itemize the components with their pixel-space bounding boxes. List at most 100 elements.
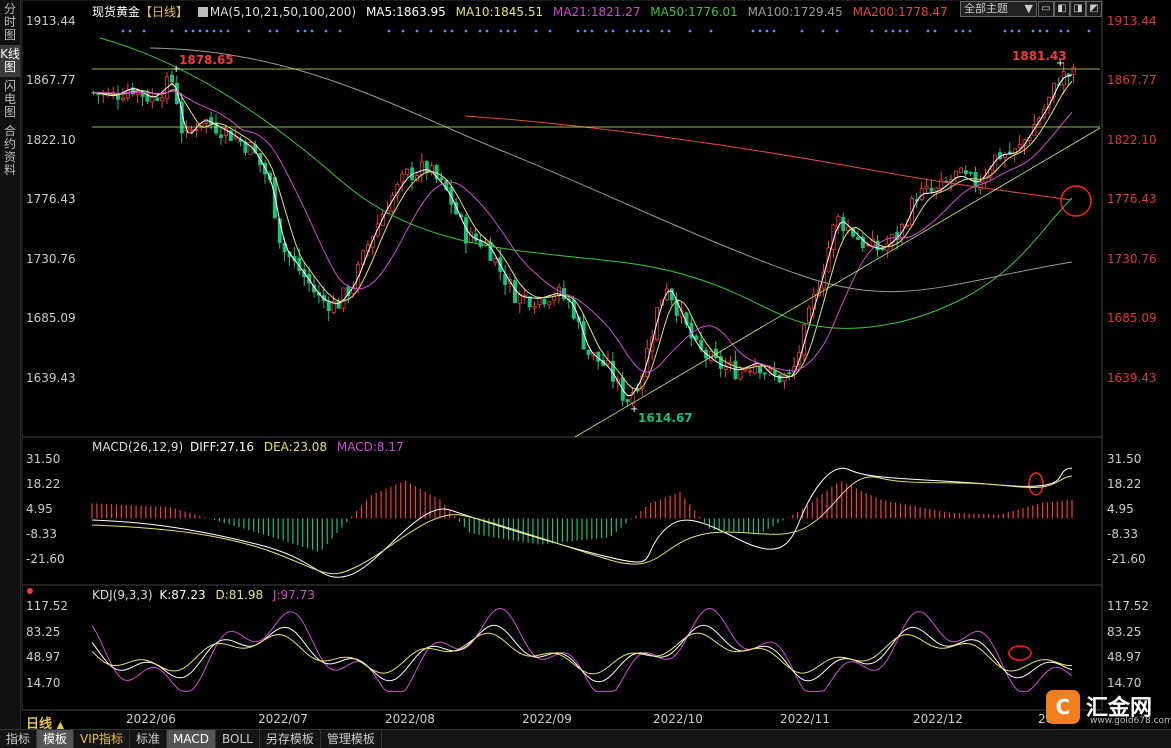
kline-chart-canvas[interactable]: +++ bbox=[0, 0, 1171, 729]
event-marker bbox=[219, 29, 223, 33]
candle-body bbox=[542, 298, 547, 305]
event-marker bbox=[821, 29, 825, 33]
candle-body bbox=[488, 241, 493, 262]
candle-body bbox=[121, 97, 126, 100]
event-marker bbox=[506, 29, 510, 33]
ma5-value: MA5:1863.95 bbox=[365, 5, 446, 19]
y-tick-right: 1776.43 bbox=[1107, 192, 1157, 206]
ma21-value: MA21:1821.27 bbox=[552, 5, 641, 19]
candle-body bbox=[160, 97, 165, 102]
event-marker bbox=[303, 29, 307, 33]
tab-save-template[interactable]: 另存模板 bbox=[260, 730, 321, 748]
macd-tick-right: -21.60 bbox=[1107, 552, 1146, 566]
trend-line bbox=[574, 127, 1101, 438]
candle-body bbox=[973, 171, 978, 188]
annotation-low: 1614.67 bbox=[638, 411, 693, 425]
candle-body bbox=[807, 307, 812, 323]
event-marker bbox=[184, 29, 188, 33]
event-marker bbox=[751, 29, 755, 33]
macd-tick-left: -21.60 bbox=[26, 552, 65, 566]
candle-body bbox=[547, 301, 552, 306]
candle-body bbox=[169, 74, 174, 83]
y-tick-left: 1730.76 bbox=[26, 252, 76, 266]
candle-body bbox=[669, 288, 674, 301]
ma100-value: MA100:1729.45 bbox=[747, 5, 843, 19]
event-marker bbox=[632, 29, 636, 33]
annotation-high-right: 1881.43 bbox=[1012, 49, 1067, 63]
event-marker bbox=[128, 29, 132, 33]
tab-macd[interactable]: MACD bbox=[167, 730, 217, 748]
tab-vip-indicator[interactable]: VIP指标 bbox=[74, 730, 131, 748]
candle-body bbox=[856, 237, 861, 240]
candle-body bbox=[1071, 66, 1076, 76]
tab-template[interactable]: 模板 bbox=[37, 730, 75, 748]
event-marker bbox=[1017, 29, 1021, 33]
kdj-tick-right: 83.25 bbox=[1107, 625, 1142, 639]
candle-body bbox=[532, 306, 537, 309]
y-tick-right: 1685.09 bbox=[1107, 311, 1157, 325]
candle-body bbox=[194, 129, 199, 132]
candle-body bbox=[738, 369, 743, 380]
macd-dea-value: DEA:23.08 bbox=[263, 440, 328, 454]
tab-manage-template[interactable]: 管理模板 bbox=[321, 730, 382, 748]
candle-body bbox=[439, 177, 444, 181]
kdj-tick-right: 117.52 bbox=[1107, 599, 1149, 613]
event-marker bbox=[513, 29, 517, 33]
y-tick-right: 1867.77 bbox=[1107, 73, 1157, 87]
event-marker bbox=[464, 29, 468, 33]
y-tick-left: 1913.44 bbox=[26, 14, 76, 28]
event-marker bbox=[772, 29, 776, 33]
event-marker bbox=[324, 29, 328, 33]
highlight-circle bbox=[1028, 472, 1044, 496]
kdj-j-line bbox=[91, 607, 1073, 692]
macd-tick-right: 4.95 bbox=[1107, 502, 1134, 516]
macd-header: MACD(26,12,9) DIFF:27.16 DEA:23.08 MACD:… bbox=[92, 440, 410, 454]
event-marker bbox=[870, 29, 874, 33]
candle-body bbox=[218, 134, 223, 138]
candle-body bbox=[748, 370, 753, 373]
kdj-j-value: J:97.73 bbox=[272, 588, 315, 602]
ma50-value: MA50:1776.01 bbox=[650, 5, 738, 19]
y-tick-right: 1822.10 bbox=[1107, 133, 1157, 147]
y-tick-left: 1639.43 bbox=[26, 371, 76, 385]
event-marker bbox=[212, 29, 216, 33]
event-marker bbox=[660, 29, 664, 33]
layout-button-1[interactable]: ▭ bbox=[1038, 1, 1054, 17]
theme-select[interactable]: 全部主题 ▼ bbox=[960, 1, 1037, 17]
event-marker bbox=[611, 29, 615, 33]
event-marker bbox=[1038, 29, 1042, 33]
layout-button-4[interactable]: ◩ bbox=[1086, 1, 1102, 17]
event-marker bbox=[1059, 29, 1063, 33]
tab-indicator[interactable]: 指标 bbox=[0, 730, 38, 748]
kdj-tick-left: 14.70 bbox=[26, 676, 61, 690]
kdj-d-value: D:81.98 bbox=[215, 588, 264, 602]
event-marker bbox=[1087, 29, 1091, 33]
event-marker bbox=[429, 29, 433, 33]
event-marker bbox=[450, 29, 454, 33]
ma200-value: MA200:1778.47 bbox=[852, 5, 948, 19]
candle-body bbox=[1017, 143, 1022, 149]
candle-body bbox=[777, 374, 782, 383]
layout-button-2[interactable]: ◧ bbox=[1054, 1, 1070, 17]
candle-body bbox=[424, 161, 429, 173]
macd-tick-left: 18.22 bbox=[26, 477, 61, 491]
event-marker bbox=[275, 29, 279, 33]
x-tick: 2022/11 bbox=[780, 712, 830, 726]
macd-tick-right: 31.50 bbox=[1107, 452, 1142, 466]
gold678-logo-icon: C bbox=[1046, 690, 1080, 724]
candle-body bbox=[586, 349, 591, 355]
layout-button-3[interactable]: ◨ bbox=[1070, 1, 1086, 17]
kdj-header: KDJ(9,3,3) K:87.23 D:81.98 J:97.73 bbox=[92, 588, 321, 602]
indicator-icon[interactable] bbox=[197, 7, 208, 17]
candle-body bbox=[390, 194, 395, 212]
tab-boll[interactable]: BOLL bbox=[216, 730, 260, 748]
event-marker bbox=[758, 29, 762, 33]
kdj-tick-left: 48.97 bbox=[26, 650, 61, 664]
candle-body bbox=[155, 97, 160, 101]
x-tick: 2022/07 bbox=[258, 712, 308, 726]
event-marker bbox=[800, 29, 804, 33]
highlight-circle bbox=[1008, 645, 1032, 661]
event-marker bbox=[534, 29, 538, 33]
tab-standard[interactable]: 标准 bbox=[130, 730, 168, 748]
macd-tick-left: 31.50 bbox=[26, 452, 61, 466]
